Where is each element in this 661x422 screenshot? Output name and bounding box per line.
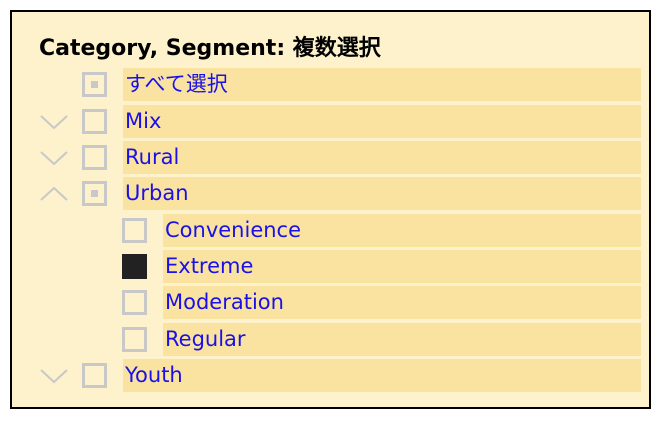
item-label[interactable]: Youth: [123, 359, 641, 392]
slicer-panel: Category, Segment: 複数選択 すべて選択 Mix Rural …: [10, 10, 651, 409]
chevron-down-icon[interactable]: [39, 149, 69, 167]
checkbox-select-all[interactable]: [82, 72, 107, 97]
item-label[interactable]: Mix: [123, 105, 641, 138]
list-item-urban[interactable]: Urban: [12, 177, 649, 210]
chevron-down-icon[interactable]: [39, 367, 69, 385]
list-item-youth[interactable]: Youth: [12, 359, 649, 392]
list-item-convenience[interactable]: Convenience: [12, 214, 649, 247]
checkbox-urban[interactable]: [82, 181, 107, 206]
chevron-down-icon[interactable]: [39, 113, 69, 131]
slicer-title: Category, Segment: 複数選択: [39, 36, 381, 61]
list-item-regular[interactable]: Regular: [12, 323, 649, 356]
item-label[interactable]: Rural: [123, 141, 641, 174]
list-item-mix[interactable]: Mix: [12, 105, 649, 138]
checkbox-regular[interactable]: [122, 327, 147, 352]
item-label[interactable]: Convenience: [163, 214, 641, 247]
list-item-select-all[interactable]: すべて選択: [12, 68, 649, 101]
item-label[interactable]: Extreme: [163, 250, 641, 283]
item-label[interactable]: Regular: [163, 323, 641, 356]
list-item-moderation[interactable]: Moderation: [12, 286, 649, 319]
item-label[interactable]: すべて選択: [123, 68, 641, 101]
checkbox-moderation[interactable]: [122, 290, 147, 315]
list-item-rural[interactable]: Rural: [12, 141, 649, 174]
item-label[interactable]: Moderation: [163, 286, 641, 319]
checkbox-convenience[interactable]: [122, 218, 147, 243]
chevron-up-icon[interactable]: [39, 185, 69, 203]
list-item-extreme[interactable]: Extreme: [12, 250, 649, 283]
checkbox-youth[interactable]: [82, 363, 107, 388]
checkbox-mix[interactable]: [82, 109, 107, 134]
checkbox-rural[interactable]: [82, 145, 107, 170]
checkbox-extreme[interactable]: [122, 254, 147, 279]
item-label[interactable]: Urban: [123, 177, 641, 210]
